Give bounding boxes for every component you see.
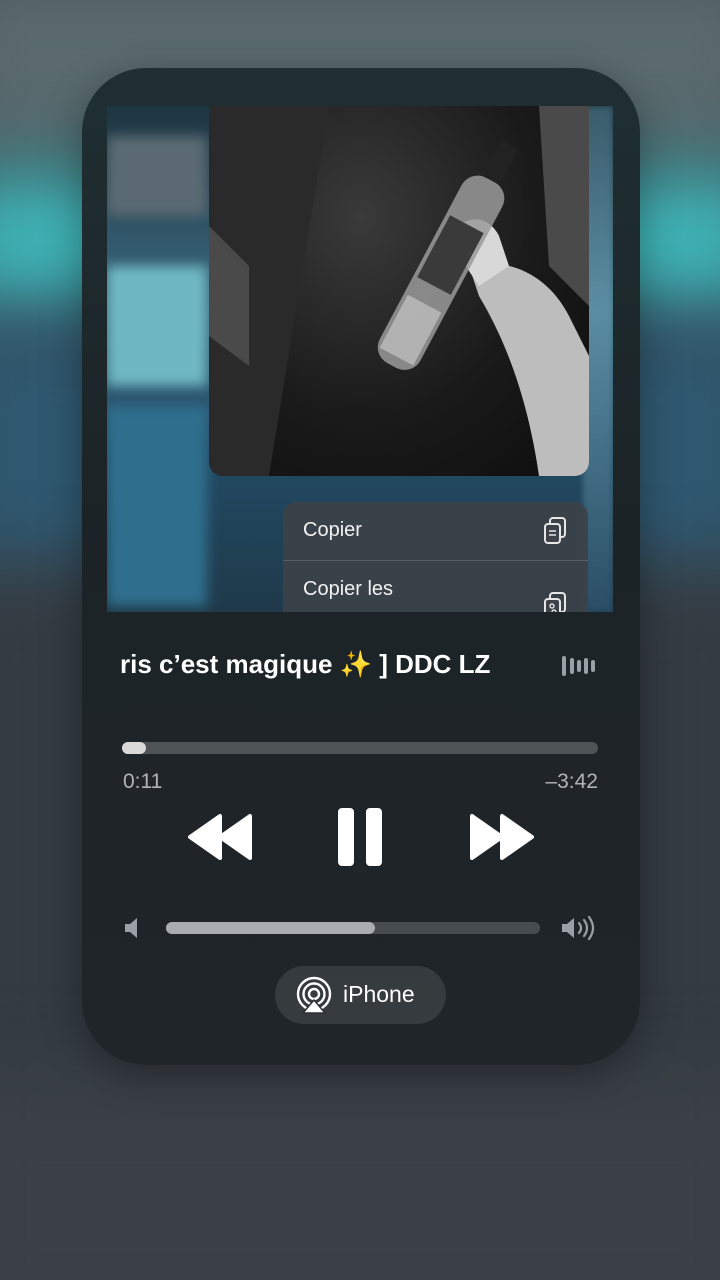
menu-item-copy-edits[interactable]: Copier les [283,561,588,612]
waveform-icon[interactable] [560,650,600,686]
volume-fill [166,922,376,934]
volume-slider[interactable] [166,922,540,934]
output-device-label: iPhone [343,981,415,1007]
menu-item-copy-label: Copier [303,519,362,541]
rewind-button[interactable] [186,812,256,866]
pause-icon [338,808,382,866]
remaining-time: –3:42 [545,770,598,793]
elapsed-time: 0:11 [123,770,163,793]
menu-item-copy-edits-label: Copier les [303,578,394,600]
playback-progress-fill [122,742,146,754]
song-title-marquee: ris c’est magique ✨ ] DDC LZ [120,645,600,689]
volume-low-icon [122,916,144,944]
airplay-icon [295,976,333,1018]
airplay-output-button[interactable]: iPhone [275,966,446,1024]
menu-item-copy[interactable]: Copier [283,502,588,561]
volume-high-icon [560,914,600,946]
song-title: ris c’est magique ✨ ] DDC LZ [120,649,491,679]
forward-icon [470,814,534,860]
copy-edits-icon [542,591,568,612]
context-menu: Copier Copier les [283,502,588,612]
backward-icon [188,814,252,860]
doc-on-doc-icon [542,516,568,550]
pause-button[interactable] [334,806,386,872]
album-artwork[interactable] [209,106,589,476]
forward-button[interactable] [466,812,536,866]
playback-scrubber[interactable] [122,742,598,754]
